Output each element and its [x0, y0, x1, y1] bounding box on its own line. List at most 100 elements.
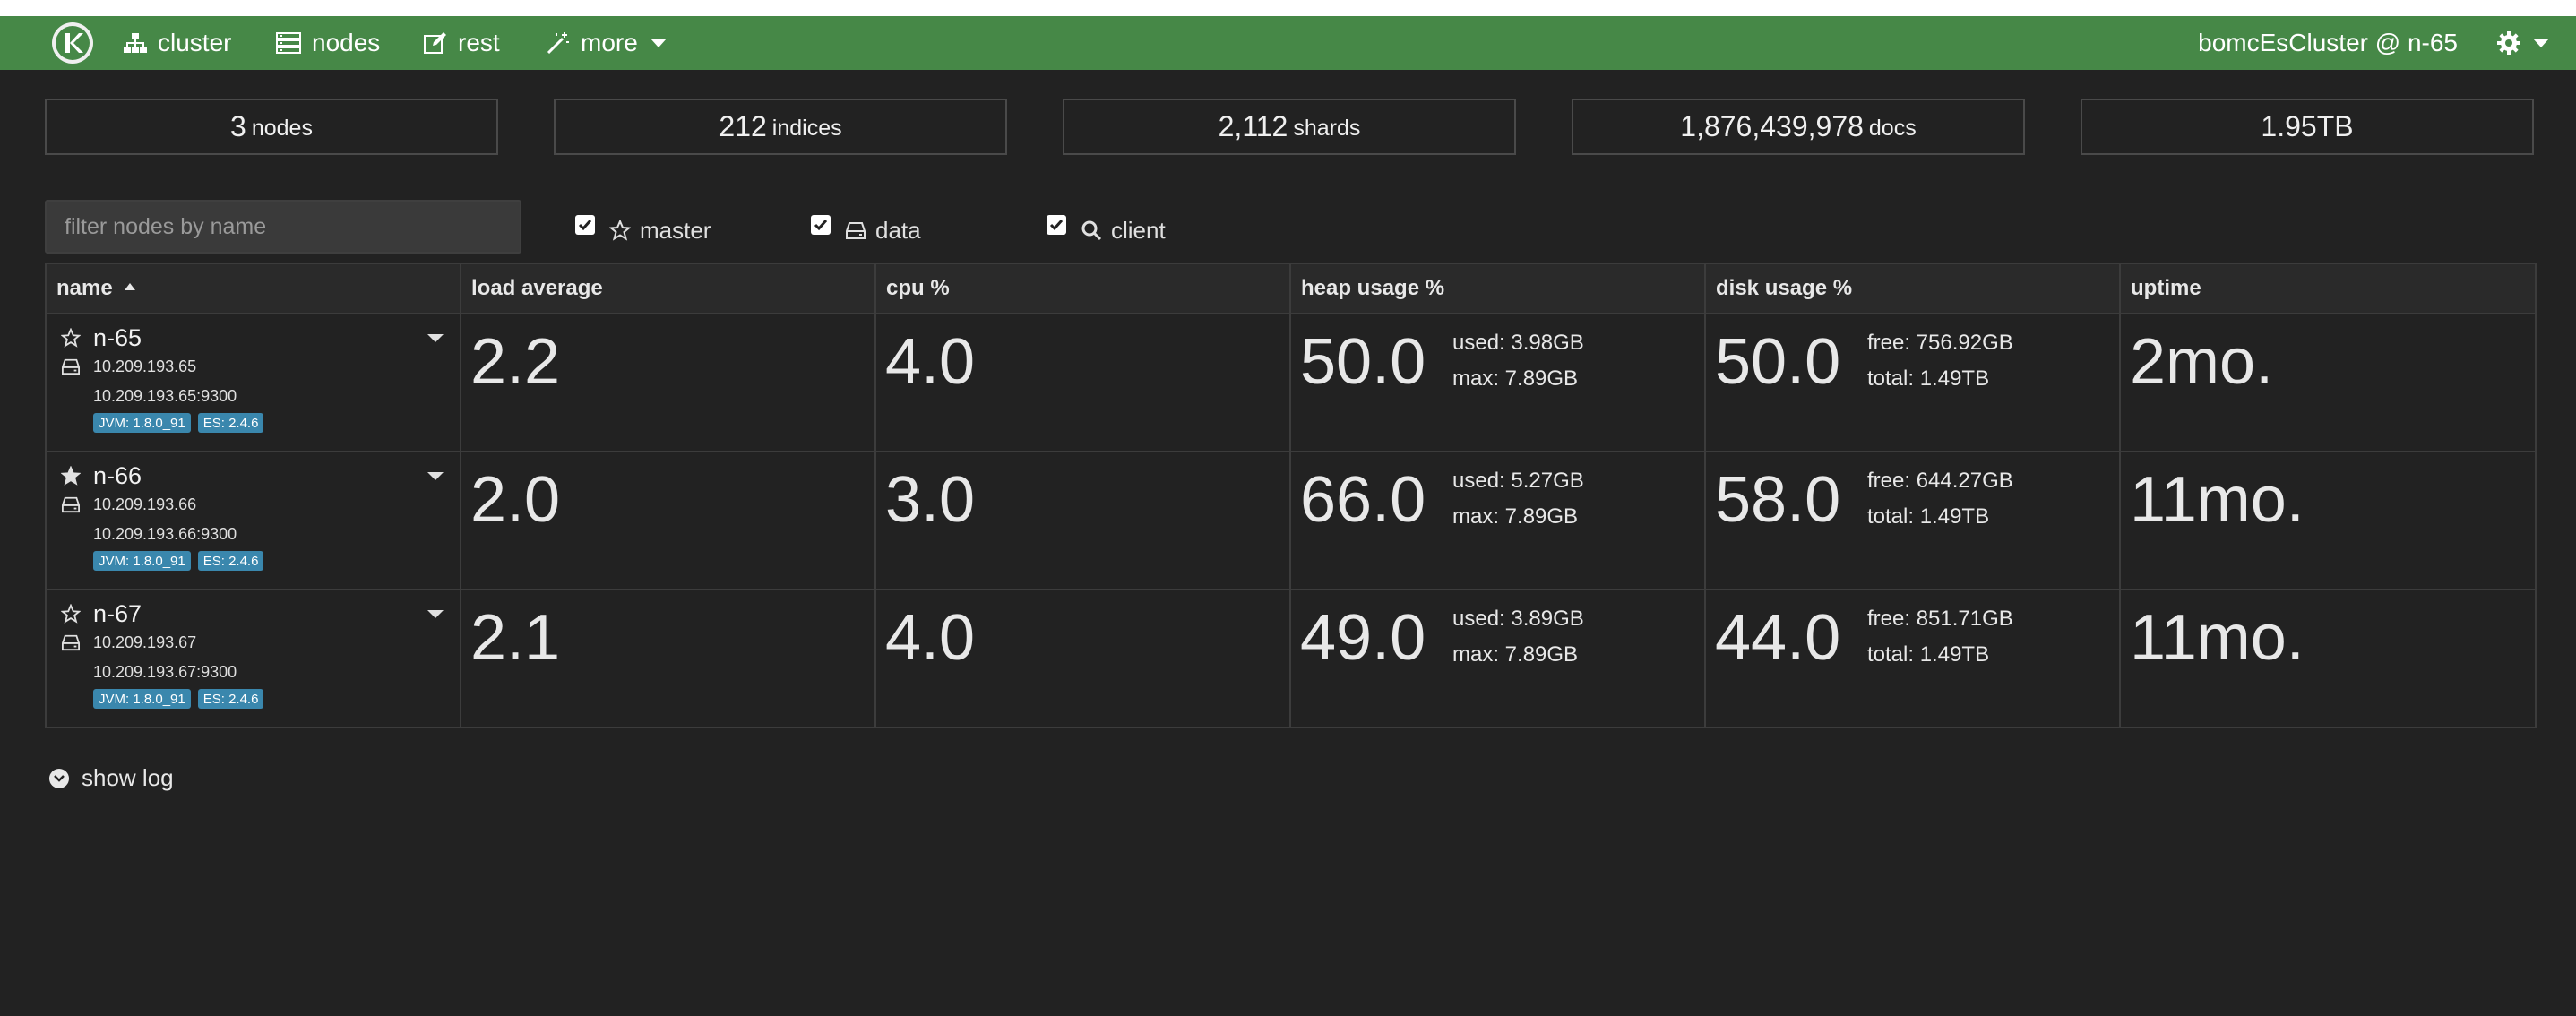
nodes-table: name load average cpu % heap usage % dis… — [45, 263, 2537, 728]
cpu-value: 4.0 — [885, 602, 976, 674]
disk-total: total: 1.49TB — [1867, 366, 1990, 391]
load-cell: 2.1 — [460, 589, 876, 728]
disk-value: 44.0 — [1715, 602, 1841, 674]
col-header-load[interactable]: load average — [460, 263, 876, 314]
stat-size: 1.95TB — [2081, 99, 2534, 155]
node-address: 10.209.193.65:9300 — [93, 386, 237, 405]
stat-indices: 212 indices — [554, 99, 1007, 155]
uptime-cell: 2mo. — [2119, 313, 2537, 452]
col-header-uptime[interactable]: uptime — [2119, 263, 2537, 314]
nav-more[interactable]: more — [547, 16, 667, 70]
uptime-value: 11mo. — [2130, 602, 2305, 674]
sort-asc-icon — [125, 283, 136, 290]
sitemap-icon — [124, 33, 147, 53]
cluster-node-label: bomcEsCluster @ n-65 — [2198, 29, 2458, 56]
col-header-name[interactable]: name — [45, 263, 461, 314]
nav-rest[interactable]: rest — [424, 16, 500, 70]
checkbox[interactable] — [811, 215, 831, 235]
nav-more-label: more — [581, 29, 638, 56]
disk-free: free: 644.27GB — [1867, 469, 2013, 493]
star-outline-icon — [61, 604, 81, 624]
node-actions-dropdown[interactable] — [427, 610, 444, 618]
uptime-cell: 11mo. — [2119, 451, 2537, 590]
nav-cluster[interactable]: cluster — [124, 16, 231, 70]
disk-free: free: 851.71GB — [1867, 607, 2013, 631]
master-filter-checkbox[interactable]: master — [575, 214, 711, 246]
load-average-value: 2.2 — [470, 326, 561, 398]
star-outline-icon — [61, 328, 81, 348]
stat-label: shards — [1293, 116, 1361, 141]
stat-value: 2,112 — [1218, 110, 1288, 142]
jvm-version-badge: JVM: 1.8.0_91 — [93, 551, 191, 571]
node-name: n-65 — [93, 323, 142, 351]
col-header-label: cpu % — [886, 276, 950, 300]
cerebro-logo-icon[interactable] — [52, 22, 93, 64]
load-average-value: 2.1 — [470, 602, 561, 674]
hdd-icon — [62, 634, 80, 651]
jvm-version-badge: JVM: 1.8.0_91 — [93, 689, 191, 709]
heap-cell: 50.0 used: 3.98GB max: 7.89GB — [1289, 313, 1706, 452]
cpu-value: 4.0 — [885, 326, 976, 398]
node-actions-dropdown[interactable] — [427, 472, 444, 480]
checkbox[interactable] — [1047, 215, 1066, 235]
es-version-badge: ES: 2.4.6 — [197, 551, 264, 571]
stat-label: nodes — [251, 116, 313, 141]
check-icon — [1049, 220, 1064, 231]
filter-nodes-input[interactable] — [45, 200, 521, 254]
stat-nodes: 3 nodes — [45, 99, 498, 155]
show-log-toggle[interactable]: show log — [49, 764, 174, 792]
table-row: n-67 10.209.193.67 10.209.193.67:9300 JV… — [45, 589, 2537, 728]
stat-value: 212 — [719, 110, 767, 142]
table-row: n-66 10.209.193.66 10.209.193.66:9300 JV… — [45, 451, 2537, 590]
hdd-icon — [62, 496, 80, 513]
client-filter-checkbox[interactable]: client — [1047, 214, 1166, 246]
node-actions-dropdown[interactable] — [427, 334, 444, 342]
data-label: data — [875, 216, 921, 244]
edit-icon — [424, 32, 446, 54]
search-icon — [1081, 220, 1102, 241]
stat-label: indices — [771, 116, 842, 141]
load-cell: 2.0 — [460, 451, 876, 590]
node-ip: 10.209.193.67 — [93, 633, 197, 651]
uptime-value: 2mo. — [2130, 326, 2274, 398]
col-header-label: load average — [471, 276, 603, 300]
jvm-version-badge: JVM: 1.8.0_91 — [93, 413, 191, 433]
checkbox[interactable] — [575, 215, 595, 235]
col-header-label: uptime — [2131, 276, 2201, 300]
cpu-value: 3.0 — [885, 464, 976, 536]
col-header-disk[interactable]: disk usage % — [1704, 263, 2121, 314]
node-name: n-66 — [93, 461, 142, 489]
stat-value: 1,876,439,978 — [1680, 110, 1864, 142]
col-header-heap[interactable]: heap usage % — [1289, 263, 1706, 314]
data-filter-checkbox[interactable]: data — [811, 214, 921, 246]
disk-total: total: 1.49TB — [1867, 642, 1990, 667]
disk-total: total: 1.49TB — [1867, 504, 1990, 529]
navbar: cluster nodes rest more bomcEsCluster @ … — [0, 16, 2576, 70]
heap-max: max: 7.89GB — [1452, 504, 1579, 529]
disk-cell: 44.0 free: 851.71GB total: 1.49TB — [1704, 589, 2121, 728]
load-cell: 2.2 — [460, 313, 876, 452]
load-average-value: 2.0 — [470, 464, 561, 536]
heap-max: max: 7.89GB — [1452, 642, 1579, 667]
disk-free: free: 756.92GB — [1867, 331, 2013, 355]
cpu-cell: 3.0 — [874, 451, 1291, 590]
server-icon — [276, 32, 301, 54]
uptime-value: 11mo. — [2130, 464, 2305, 536]
node-name-cell: n-65 10.209.193.65 10.209.193.65:9300 JV… — [45, 313, 461, 452]
settings-menu[interactable] — [2497, 16, 2549, 70]
node-ip: 10.209.193.65 — [93, 357, 197, 375]
uptime-cell: 11mo. — [2119, 589, 2537, 728]
nav-nodes[interactable]: nodes — [276, 16, 380, 70]
heap-used: used: 3.98GB — [1452, 331, 1584, 355]
node-ip: 10.209.193.66 — [93, 495, 197, 513]
node-name-cell: n-67 10.209.193.67 10.209.193.67:9300 JV… — [45, 589, 461, 728]
master-label: master — [640, 216, 711, 244]
check-icon — [578, 220, 592, 231]
client-label: client — [1111, 216, 1166, 244]
star-filled-icon — [61, 466, 81, 486]
check-icon — [814, 220, 828, 231]
stat-value: 3 — [230, 110, 246, 142]
hdd-icon — [846, 222, 866, 239]
hdd-icon — [62, 358, 80, 375]
col-header-cpu[interactable]: cpu % — [874, 263, 1291, 314]
